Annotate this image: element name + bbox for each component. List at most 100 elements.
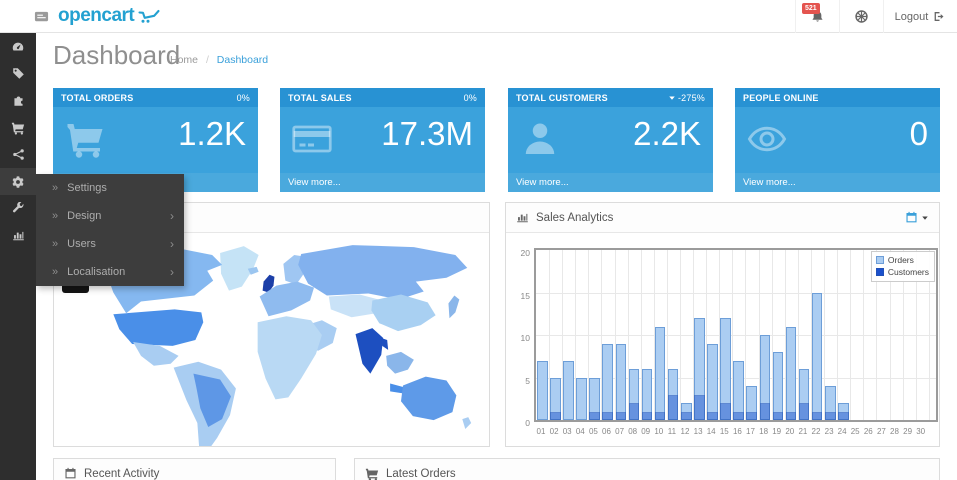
share-icon [12,148,25,161]
orders-bar-22 [812,293,823,421]
tile-view-more-link[interactable]: View more... [280,173,485,192]
stat-tile-total-sales: TOTAL SALES0%17.3MView more... [280,88,485,192]
tile-body: 0 [735,107,940,173]
tile-header: TOTAL CUSTOMERS -275% [508,88,713,107]
customers-bar-08 [629,403,640,420]
cart-icon [65,119,105,159]
customers-bar-18 [760,403,771,420]
orders-bar-19 [773,352,784,420]
tile-body: 2.2K [508,107,713,173]
gridline [536,293,936,294]
tile-change: 0% [237,93,250,103]
orders-bar-14 [707,344,718,421]
sidebar-item-marketing[interactable] [0,141,36,168]
menu-toggle-icon[interactable] [34,9,50,25]
tile-value: 17.3M [381,115,473,153]
chevron-right-icon: › [170,237,174,251]
tile-view-more-link[interactable]: View more... [508,173,713,192]
breadcrumb-current[interactable]: Dashboard [217,54,268,66]
breadcrumb: Home / Dashboard [170,54,268,66]
sidebar-item-system[interactable] [0,168,36,195]
recent-activity-panel: Recent Activity [53,458,336,480]
y-axis-tick: 10 [512,333,530,343]
latest-orders-panel: Latest Orders [354,458,940,480]
customers-bar-02 [550,412,561,421]
store-front-button[interactable] [839,0,883,33]
sidebar-item-sales[interactable] [0,114,36,141]
stat-tile-people-online: PEOPLE ONLINE 0 View more... [735,88,940,192]
x-axis-tick: 30 [913,427,929,436]
tile-title: TOTAL ORDERS [61,93,133,103]
tile-value: 2.2K [633,115,701,153]
y-axis-tick: 5 [512,376,530,386]
customers-bar-24 [838,412,849,421]
customers-bar-12 [681,412,692,421]
legend-entry: Customers [876,266,929,278]
double-angle-icon: » [52,238,58,250]
customers-bar-19 [773,412,784,421]
legend-swatch [876,256,884,264]
submenu-item-localisation[interactable]: »Localisation› [36,258,184,286]
customers-bar-11 [668,395,679,421]
page-title: Dashboard [53,40,180,71]
orders-bar-07 [616,344,627,421]
calendar-icon [64,467,77,480]
legend-label: Orders [888,254,914,266]
tile-change: -275% [668,93,705,103]
double-angle-icon: » [52,182,58,194]
sales-analytics-panel: Sales Analytics OrdersCustomers 05101520… [505,202,940,447]
date-range-button[interactable] [905,211,929,224]
legend-swatch [876,268,884,276]
submenu-item-label: Design [67,210,101,222]
customers-bar-07 [616,412,627,421]
logout-button[interactable]: Logout [883,0,957,33]
legend-entry: Orders [876,254,929,266]
alerts-button[interactable]: 521 [795,0,839,33]
tile-body: 17.3M [280,107,485,173]
submenu-item-label: Settings [67,182,107,194]
customers-bar-05 [589,412,600,421]
cart-icon [11,121,25,135]
sales-chart: OrdersCustomers [534,248,938,422]
breadcrumb-home[interactable]: Home [170,54,198,66]
customers-bar-13 [694,395,705,421]
tile-view-more-link[interactable]: View more... [735,173,940,192]
calendar-icon [905,211,918,224]
orders-bar-06 [602,344,613,421]
tile-header: PEOPLE ONLINE [735,88,940,107]
chart-legend: OrdersCustomers [871,251,935,282]
tile-title: PEOPLE ONLINE [743,93,819,103]
globe-icon [854,9,869,24]
sidebar-item-tools[interactable] [0,195,36,222]
eye-icon [747,119,787,159]
sidebar-item-reports[interactable] [0,222,36,249]
tile-body: 1.2K [53,107,258,173]
sales-analytics-header: Sales Analytics [506,203,939,233]
submenu-item-label: Localisation [67,266,125,278]
sidebar-item-catalog[interactable] [0,60,36,87]
stat-tile-total-customers: TOTAL CUSTOMERS -275% 2.2K View more... [508,88,713,192]
orders-bar-04 [576,378,587,421]
top-header: opencart 521 Logout [0,0,957,33]
sign-out-icon [933,10,946,23]
latest-orders-title: Latest Orders [386,468,456,480]
chevron-right-icon: › [170,265,174,279]
y-axis-tick: 0 [512,418,530,428]
tile-title: TOTAL CUSTOMERS [516,93,608,103]
submenu-item-label: Users [67,238,96,250]
puzzle-icon [12,94,25,107]
recent-activity-header: Recent Activity [54,459,335,480]
sales-analytics-title: Sales Analytics [536,212,613,224]
tile-title: TOTAL SALES [288,93,352,103]
cart-icon [365,467,379,480]
tile-header: TOTAL ORDERS 0% [53,88,258,107]
submenu-item-settings[interactable]: » Settings [36,174,184,202]
y-axis-tick: 15 [512,291,530,301]
submenu-item-design[interactable]: »Design› [36,202,184,230]
submenu-item-users[interactable]: » Users › [36,230,184,258]
gear-icon [11,175,25,189]
sidebar-item-extensions[interactable] [0,87,36,114]
recent-activity-title: Recent Activity [84,468,159,480]
sidebar-item-dashboard[interactable] [0,33,36,60]
tile-value: 0 [910,115,928,153]
